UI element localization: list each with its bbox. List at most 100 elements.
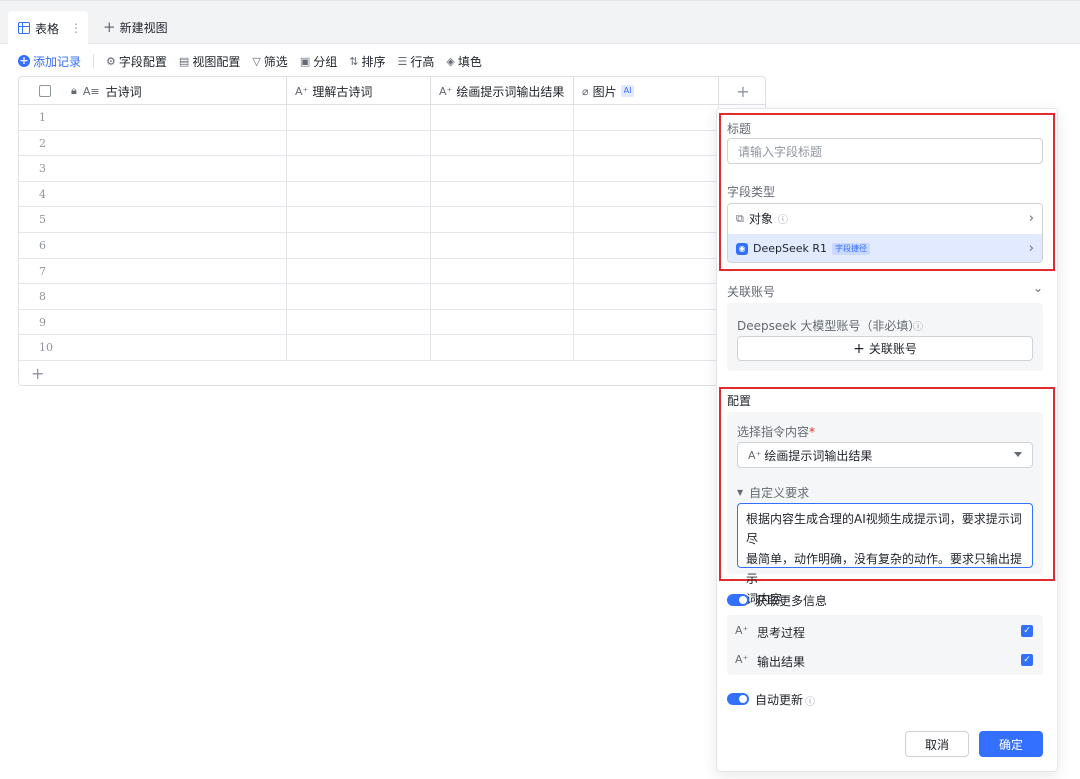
tab-more-icon[interactable]: ⋮	[70, 21, 82, 35]
view-config-icon: ▤	[178, 54, 190, 68]
toolbar-divider	[93, 54, 95, 68]
row-number: 3	[39, 162, 46, 176]
column-header-understanding[interactable]: A⁺ 理解古诗词	[287, 77, 431, 105]
sort-button[interactable]: ⇅ 排序	[349, 53, 385, 70]
output-result-label: 输出结果	[757, 655, 806, 669]
field-type-deepseek-option[interactable]: ◉ DeepSeek R1 字段捷径 ›	[728, 234, 1042, 262]
textarea-line: 根据内容生成合理的AI视频生成提示词，要求提示词尽	[746, 512, 1022, 546]
link-account-button[interactable]: + 关联账号	[737, 336, 1033, 361]
column-label: 图片	[592, 84, 617, 99]
field-title-input[interactable]: 请输入字段标题	[727, 138, 1043, 164]
new-view-button[interactable]: + 新建视图	[103, 19, 168, 36]
more-info-toggle[interactable]	[727, 594, 749, 606]
gear-icon: ⚙	[106, 54, 116, 68]
link-account-label: 关联账号	[868, 342, 917, 356]
field-config-label: 字段配置	[118, 54, 167, 69]
account-hint: Deepseek 大模型账号（非必填）	[737, 319, 921, 333]
table-row[interactable]: 5	[19, 207, 719, 233]
add-record-button[interactable]: + 添加记录	[18, 53, 81, 70]
table-row[interactable]: 8	[19, 284, 719, 310]
field-config-panel: 标题 请输入字段标题 字段类型 ⧉ 对象 ⓘ › ◉ DeepSeek R1 字…	[716, 108, 1058, 772]
data-table: 🔒︎ A≡ 古诗词 A⁺ 理解古诗词 A⁺ 绘画提示词输出结果 ⌀ 图片 AI …	[18, 76, 766, 386]
row-height-icon: ☰	[397, 54, 408, 68]
instruction-select[interactable]: A⁺ 绘画提示词输出结果	[737, 442, 1033, 468]
field-type-selector: ⧉ 对象 ⓘ › ◉ DeepSeek R1 字段捷径 ›	[727, 203, 1043, 263]
chevron-down-icon[interactable]: ⌄	[1033, 281, 1043, 295]
fill-color-button[interactable]: ◈ 填色	[446, 53, 481, 70]
caret-down-icon	[1014, 452, 1022, 457]
chevron-right-icon: ›	[1028, 241, 1034, 256]
filter-button[interactable]: ▽ 筛选	[252, 53, 287, 70]
table-row[interactable]: 6	[19, 233, 719, 259]
add-record-label: 添加记录	[33, 54, 82, 69]
row-number: 8	[39, 290, 46, 304]
caret-down-icon: ▼	[737, 488, 744, 497]
custom-requirement-textarea[interactable]: 根据内容生成合理的AI视频生成提示词，要求提示词尽 最简单，动作明确，没有复杂的…	[737, 503, 1033, 606]
field-type-label: 字段类型	[727, 185, 776, 199]
table-row[interactable]: 7	[19, 259, 719, 285]
view-config-label: 视图配置	[192, 54, 241, 69]
auto-update-toggle[interactable]	[727, 693, 749, 705]
column-label: 古诗词	[105, 84, 142, 99]
table-row[interactable]: 1	[19, 105, 719, 131]
column-label: 绘画提示词输出结果	[456, 84, 565, 99]
column-label: 理解古诗词	[312, 84, 373, 99]
fill-color-label: 填色	[457, 54, 482, 69]
sort-icon: ⇅	[349, 54, 359, 68]
row-number: 9	[39, 315, 46, 329]
add-column-button[interactable]: +	[719, 77, 765, 105]
lock-icon: 🔒︎	[71, 84, 77, 97]
tab-table-label: 表格	[35, 21, 60, 36]
row-number: 10	[39, 341, 53, 355]
column-header-prompt-result[interactable]: A⁺ 绘画提示词输出结果	[431, 77, 574, 105]
group-button[interactable]: ▣ 分组	[300, 53, 337, 70]
tab-table-view[interactable]: 表格 ⋮	[8, 11, 88, 45]
auto-update-label: 自动更新	[755, 693, 804, 707]
field-shortcut-tag: 字段捷径	[832, 242, 871, 255]
group-icon: ▣	[299, 54, 311, 68]
add-circle-icon: +	[18, 54, 30, 67]
confirm-button[interactable]: 确定	[979, 731, 1043, 757]
row-number: 2	[39, 136, 46, 150]
view-config-button[interactable]: ▤ 视图配置	[179, 53, 240, 70]
new-view-label: 新建视图	[119, 21, 168, 35]
row-number: 6	[39, 239, 46, 252]
table-row[interactable]: 3	[19, 156, 719, 182]
column-divider	[286, 105, 287, 361]
column-divider	[573, 105, 574, 361]
field-config-button[interactable]: ⚙ 字段配置	[106, 53, 167, 70]
select-instruction-label: 选择指令内容*	[737, 425, 816, 439]
thinking-process-label: 思考过程	[757, 626, 806, 640]
object-icon: ⧉	[736, 211, 744, 225]
view-tab-bar: 表格 ⋮ + 新建视图	[0, 0, 1080, 45]
deepseek-icon: ◉	[736, 242, 748, 255]
select-all-checkbox[interactable]	[39, 85, 51, 97]
cancel-button[interactable]: 取消	[905, 731, 969, 757]
row-height-button[interactable]: ☰ 行高	[397, 53, 434, 70]
info-icon: ⓘ	[913, 322, 923, 333]
thinking-process-checkbox[interactable]: ✓	[1021, 625, 1033, 637]
column-header-image[interactable]: ⌀ 图片 AI	[574, 77, 719, 105]
ai-text-icon: A⁺	[748, 448, 762, 462]
custom-requirement-label: 自定义要求	[749, 486, 810, 500]
sort-label: 排序	[361, 54, 386, 69]
table-row[interactable]: 9	[19, 310, 719, 336]
table-row[interactable]: 10	[19, 335, 719, 361]
table-row[interactable]: 2	[19, 131, 719, 157]
column-header-poem[interactable]: 🔒︎ A≡ 古诗词	[19, 77, 287, 105]
ai-text-icon: A⁺	[735, 624, 749, 637]
linked-account-section: Deepseek 大模型账号（非必填） ⓘ + 关联账号	[727, 303, 1043, 371]
output-result-checkbox[interactable]: ✓	[1021, 654, 1033, 666]
add-row-button[interactable]: +	[31, 364, 44, 383]
type-model-label: DeepSeek R1	[753, 242, 828, 255]
config-section: 选择指令内容* A⁺ 绘画提示词输出结果 ▼ 自定义要求 根据内容生成合理的AI…	[727, 412, 1043, 606]
custom-requirement-toggle[interactable]: ▼ 自定义要求	[737, 484, 809, 501]
table-grid-icon	[18, 22, 30, 34]
filter-icon: ▽	[252, 54, 261, 68]
more-info-section: A⁺ 思考过程 ✓ A⁺ 输出结果 ✓	[727, 615, 1043, 675]
field-type-object-option[interactable]: ⧉ 对象 ⓘ ›	[728, 204, 1042, 233]
group-label: 分组	[313, 54, 338, 69]
plus-icon: +	[103, 18, 116, 36]
table-row[interactable]: 4	[19, 182, 719, 208]
textarea-line: 最简单，动作明确，没有复杂的动作。要求只输出提示	[746, 552, 1023, 586]
